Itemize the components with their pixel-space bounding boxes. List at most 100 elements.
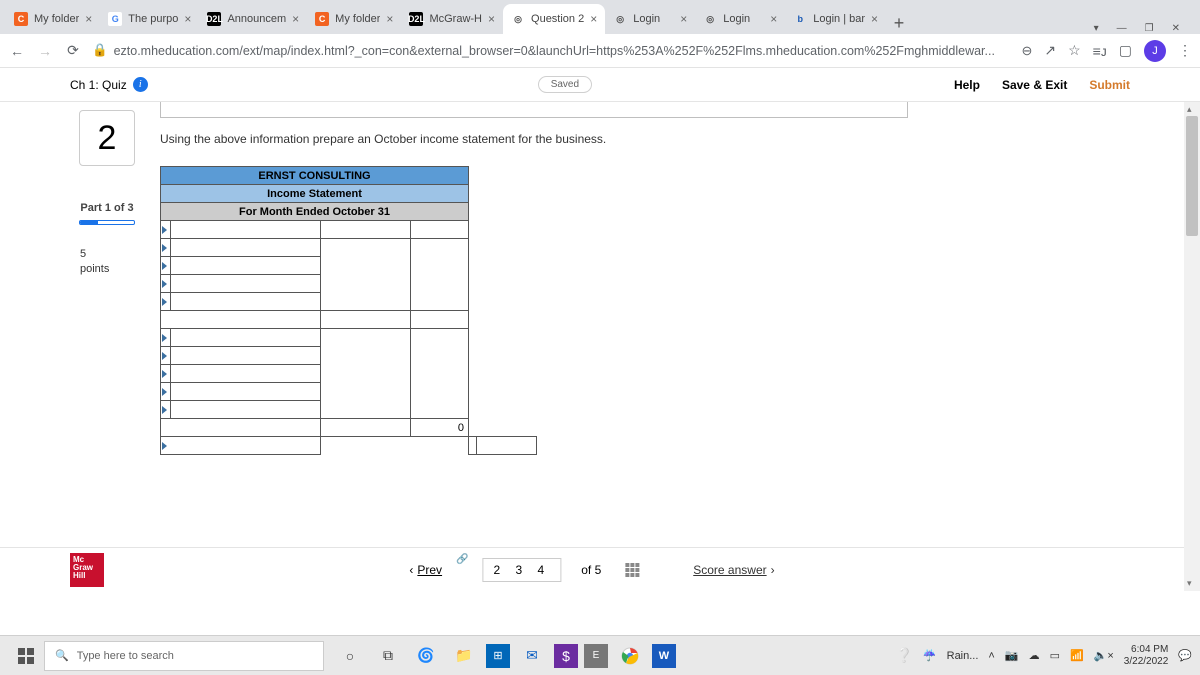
- tab-close-icon[interactable]: ×: [871, 12, 878, 26]
- search-icon: 🔍: [55, 649, 69, 662]
- saved-status: Saved: [538, 76, 592, 93]
- cortana-icon[interactable]: ○: [334, 640, 366, 672]
- input-cell[interactable]: [161, 257, 171, 275]
- tab-close-icon[interactable]: ×: [386, 12, 393, 26]
- tab-close-icon[interactable]: ×: [292, 12, 299, 26]
- taskbar-clock[interactable]: 6:04 PM 3/22/2022: [1124, 644, 1169, 667]
- star-icon[interactable]: ☆: [1068, 42, 1081, 59]
- tab-favicon: C: [315, 12, 329, 26]
- score-answer-button[interactable]: Score answer ›: [693, 563, 774, 577]
- edge-icon[interactable]: 🌀: [410, 640, 442, 672]
- table-header-title: Income Statement: [161, 185, 469, 203]
- income-statement-table[interactable]: ERNST CONSULTING Income Statement For Mo…: [160, 166, 537, 455]
- info-icon[interactable]: i: [133, 77, 148, 92]
- browser-tab[interactable]: GThe purpo×: [100, 4, 199, 34]
- browser-tab[interactable]: ◎Question 2×: [503, 4, 605, 34]
- chevron-down-icon[interactable]: ▾: [1094, 23, 1099, 34]
- chevron-left-icon: ‹: [409, 563, 413, 577]
- address-bar[interactable]: 🔒 ezto.mheducation.com/ext/map/index.htm…: [92, 43, 1011, 58]
- tab-title: Announcem: [227, 13, 286, 25]
- answer-field-above[interactable]: [160, 102, 908, 118]
- question-sidebar: 2 Part 1 of 3 5 points: [72, 110, 142, 278]
- reload-icon[interactable]: ⟳: [64, 42, 82, 59]
- input-cell[interactable]: [161, 437, 321, 455]
- input-cell[interactable]: [161, 293, 171, 311]
- grid-view-icon[interactable]: [625, 563, 639, 577]
- tab-close-icon[interactable]: ×: [488, 12, 495, 26]
- tab-close-icon[interactable]: ×: [85, 12, 92, 26]
- tab-close-icon[interactable]: ×: [680, 12, 687, 26]
- mail-icon[interactable]: ✉: [516, 640, 548, 672]
- browser-tab[interactable]: ◎Login×: [605, 4, 695, 34]
- tab-title: Question 2: [531, 13, 584, 25]
- save-exit-link[interactable]: Save & Exit: [1002, 78, 1067, 92]
- chrome-icon[interactable]: [614, 640, 646, 672]
- tab-close-icon[interactable]: ×: [770, 12, 777, 26]
- part-progress-bar: [79, 220, 135, 225]
- task-view-icon[interactable]: ⧉: [372, 640, 404, 672]
- app-icon-grey[interactable]: E: [584, 644, 608, 668]
- share-icon[interactable]: ↗: [1044, 42, 1056, 59]
- tab-favicon: ◎: [613, 12, 627, 26]
- browser-tab[interactable]: bLogin | bar×: [785, 4, 886, 34]
- mcgraw-hill-logo: McGrawHill: [70, 553, 104, 587]
- input-cell[interactable]: [161, 275, 171, 293]
- input-cell[interactable]: [161, 239, 171, 257]
- meet-now-icon[interactable]: 📷: [1005, 649, 1019, 662]
- total-cell[interactable]: [477, 437, 537, 455]
- scroll-up-icon[interactable]: ▴: [1187, 104, 1192, 115]
- help-tray-icon[interactable]: ❔: [895, 647, 912, 664]
- scroll-down-icon[interactable]: ▾: [1187, 578, 1192, 589]
- help-link[interactable]: Help: [954, 78, 980, 92]
- weather-tray-icon[interactable]: ☔: [923, 649, 937, 662]
- input-cell[interactable]: [161, 365, 171, 383]
- vertical-scrollbar[interactable]: ▴ ▾: [1184, 102, 1200, 591]
- minimize-icon[interactable]: —: [1117, 23, 1127, 34]
- tab-favicon: ◎: [703, 12, 717, 26]
- browser-tab[interactable]: D2LAnnouncem×: [199, 4, 307, 34]
- tab-close-icon[interactable]: ×: [184, 12, 191, 26]
- close-icon[interactable]: ✕: [1172, 23, 1180, 34]
- input-cell[interactable]: [161, 347, 171, 365]
- input-cell[interactable]: [161, 221, 171, 239]
- prev-button[interactable]: ‹ Prev: [409, 563, 442, 577]
- back-icon[interactable]: ←: [8, 43, 26, 59]
- zoom-icon[interactable]: ⊖: [1021, 43, 1032, 59]
- start-button[interactable]: [8, 640, 44, 672]
- kebab-menu-icon[interactable]: ⋮: [1178, 42, 1192, 59]
- submit-link[interactable]: Submit: [1089, 78, 1130, 92]
- browser-tab[interactable]: ◎Login×: [695, 4, 785, 34]
- explorer-icon[interactable]: 📁: [448, 640, 480, 672]
- onedrive-icon[interactable]: ☁: [1029, 649, 1040, 662]
- input-cell[interactable]: [161, 401, 171, 419]
- browser-tab[interactable]: CMy folder×: [6, 4, 100, 34]
- tray-chevron-up-icon[interactable]: ˄: [988, 650, 994, 662]
- word-icon[interactable]: W: [652, 644, 676, 668]
- new-tab-button[interactable]: +: [886, 13, 912, 34]
- page-indicator[interactable]: 2 3 4: [483, 558, 562, 582]
- browser-toolbar: ← → ⟳ 🔒 ezto.mheducation.com/ext/map/ind…: [0, 34, 1200, 68]
- tab-title: McGraw-H: [429, 13, 482, 25]
- taskbar-search[interactable]: 🔍 Type here to search: [44, 641, 324, 671]
- input-cell[interactable]: [161, 329, 171, 347]
- app-icon-purple[interactable]: $: [554, 644, 578, 668]
- tab-close-icon[interactable]: ×: [590, 12, 597, 26]
- extension-icon[interactable]: ▢: [1119, 42, 1132, 59]
- browser-tab[interactable]: D2LMcGraw-H×: [401, 4, 503, 34]
- maximize-icon[interactable]: ❐: [1145, 23, 1154, 34]
- forward-icon[interactable]: →: [36, 43, 54, 59]
- input-cell[interactable]: [161, 383, 171, 401]
- battery-icon[interactable]: ▭: [1050, 649, 1060, 662]
- prev-label: Prev: [417, 563, 442, 577]
- volume-icon[interactable]: 🔈×: [1094, 649, 1114, 662]
- browser-tab[interactable]: CMy folder×: [307, 4, 401, 34]
- reading-list-icon[interactable]: ≡ᴊ: [1093, 43, 1107, 59]
- store-icon[interactable]: ⊞: [486, 644, 510, 668]
- wifi-icon[interactable]: 📶: [1070, 649, 1084, 662]
- notifications-icon[interactable]: 💬: [1178, 649, 1192, 662]
- weather-text[interactable]: Rain...: [947, 650, 979, 662]
- scroll-thumb[interactable]: [1186, 116, 1198, 236]
- part-label: Part 1 of 3: [72, 202, 142, 214]
- url-text: ezto.mheducation.com/ext/map/index.html?…: [114, 44, 995, 58]
- profile-avatar[interactable]: J: [1144, 40, 1166, 62]
